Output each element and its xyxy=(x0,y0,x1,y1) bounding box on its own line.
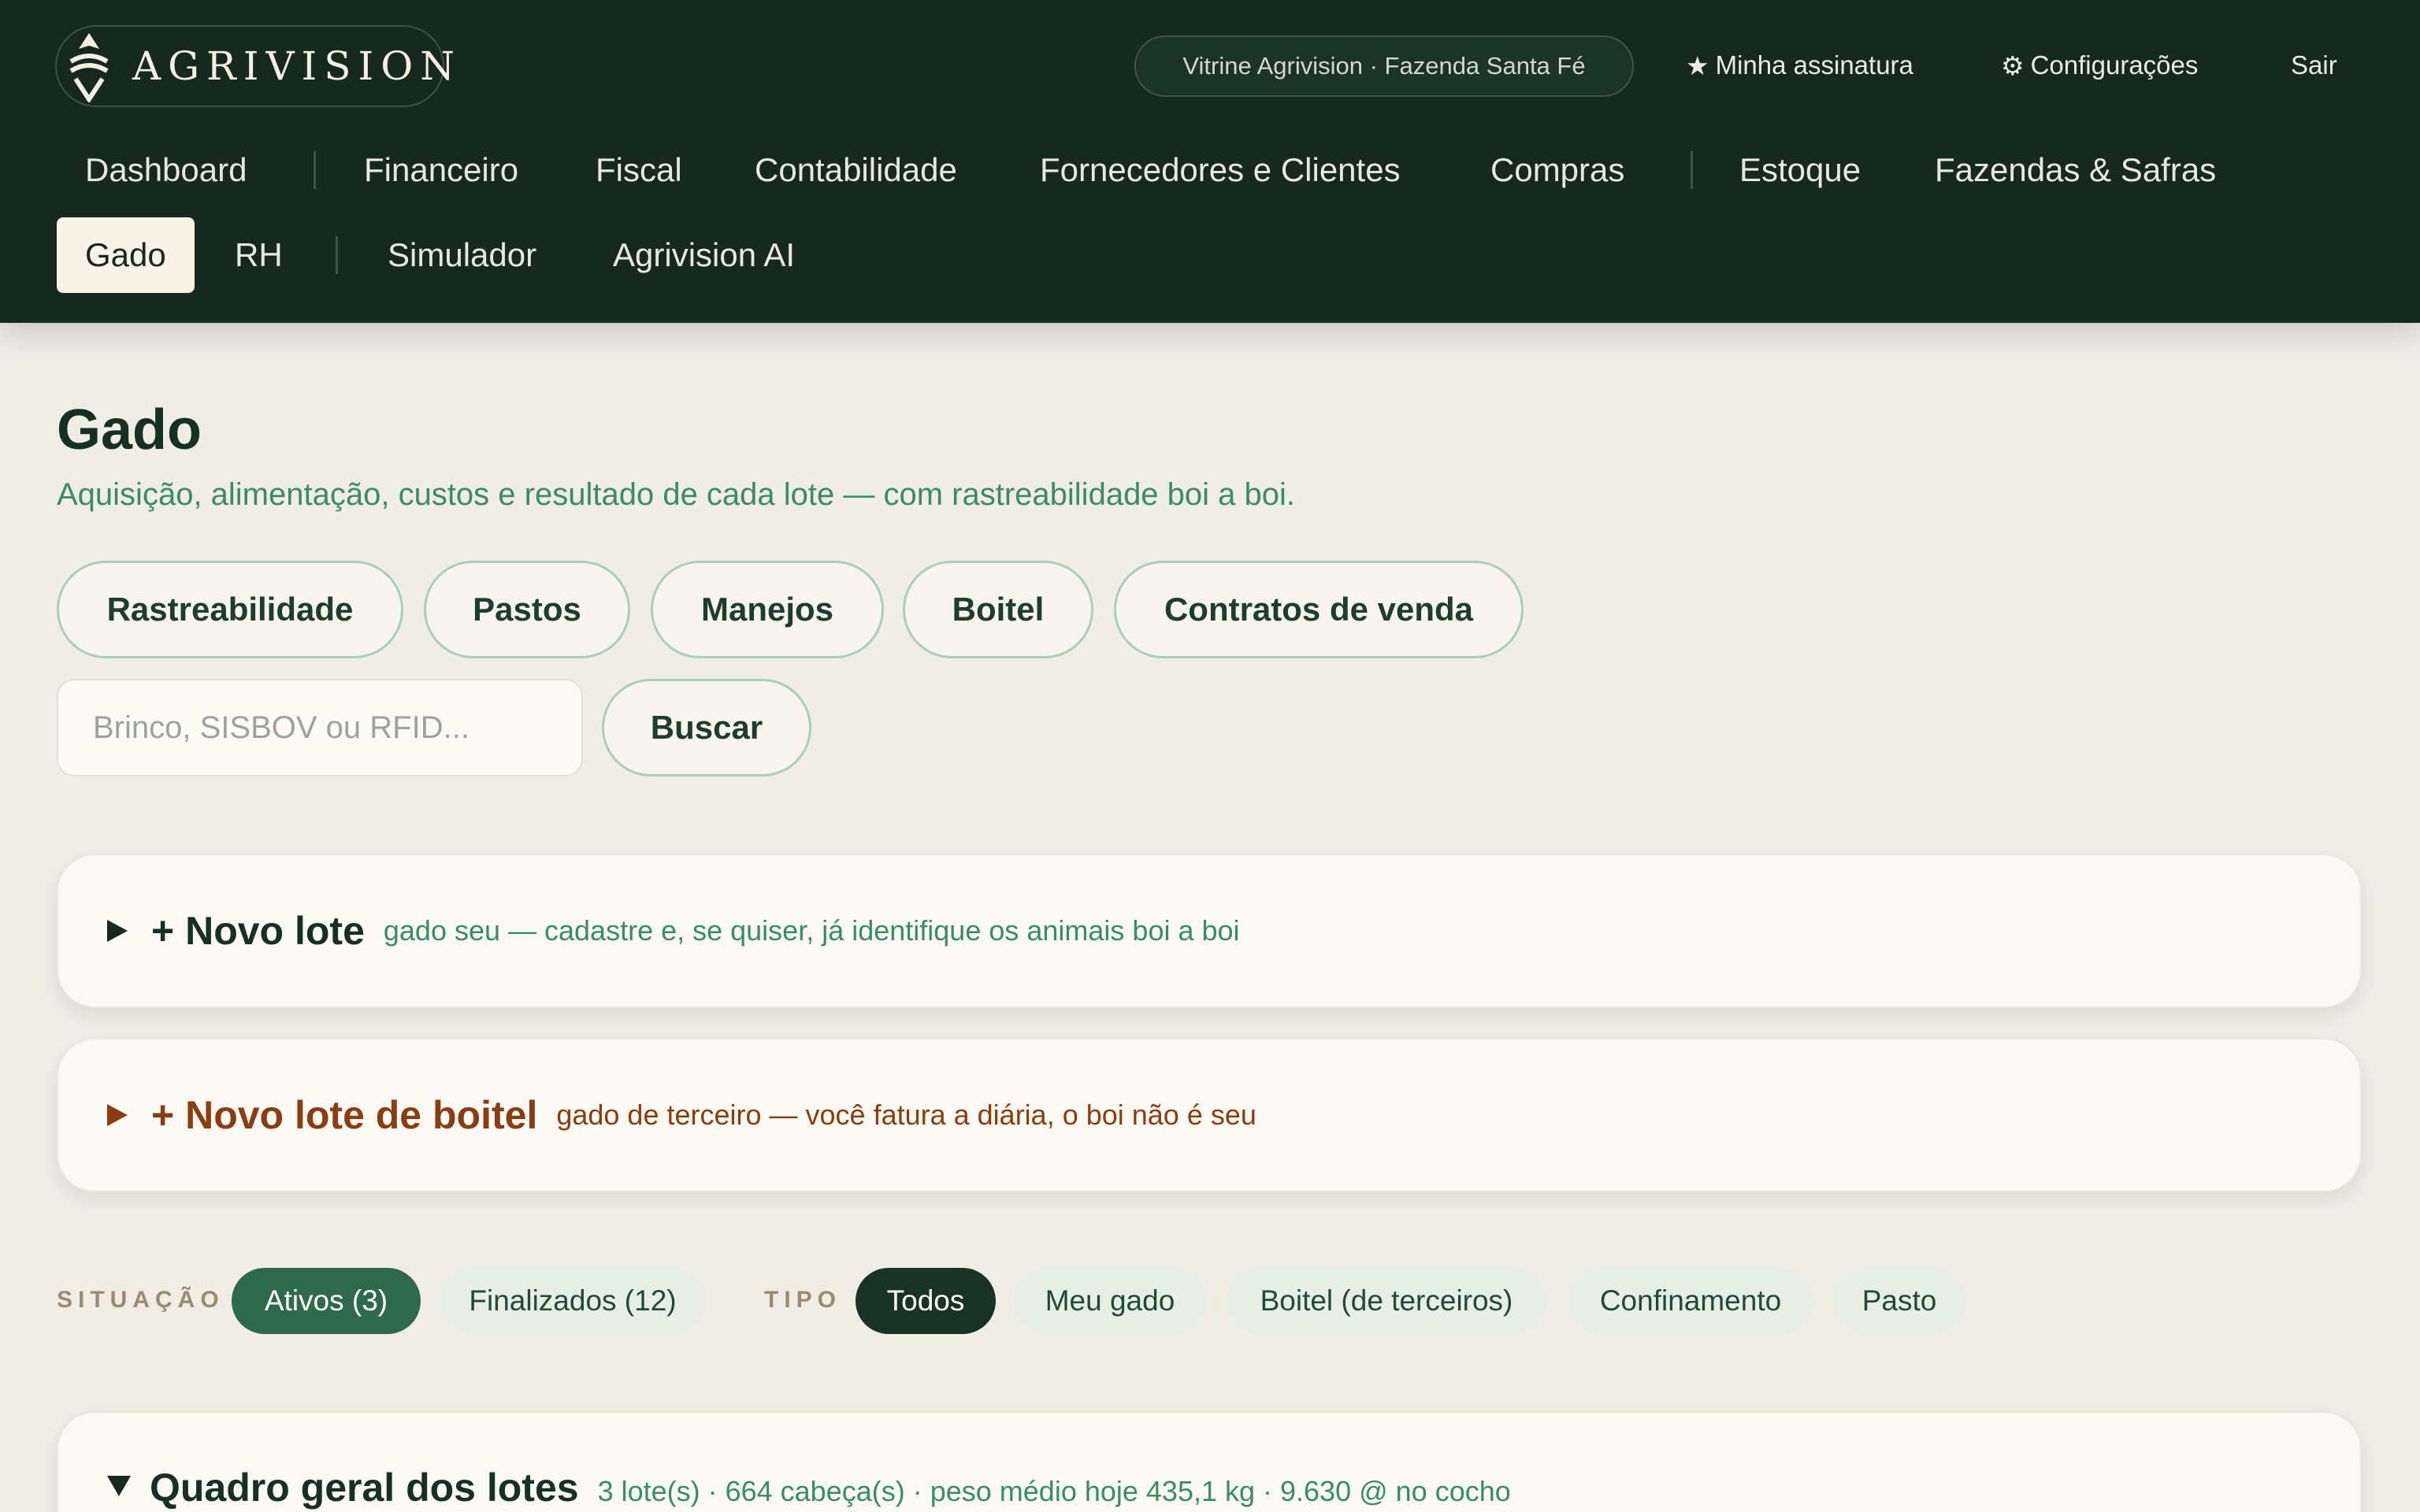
brand-logo[interactable]: AGRIVISION xyxy=(55,25,455,107)
nav-fornecedores-clientes[interactable]: Fornecedores e Clientes xyxy=(1011,132,1429,208)
nav-separator xyxy=(314,151,316,189)
filter-todos[interactable]: Todos xyxy=(856,1268,996,1334)
nav-separator xyxy=(336,236,338,274)
page-subtitle: Aquisição, alimentação, custos e resulta… xyxy=(57,477,1296,512)
subscription-label: Minha assinatura xyxy=(1715,50,1913,80)
boitel-button[interactable]: Boitel xyxy=(903,561,1093,658)
new-boitel-hint: gado de terceiro — você fatura a diária,… xyxy=(556,1099,1256,1131)
new-boitel-title: + Novo lote de boitel xyxy=(151,1093,538,1137)
filter-pasto[interactable]: Pasto xyxy=(1832,1268,1966,1334)
nav-compras[interactable]: Compras xyxy=(1462,132,1653,208)
nav-gado[interactable]: Gado xyxy=(57,217,195,293)
filter-boitel-terceiros[interactable]: Boitel (de terceiros) xyxy=(1226,1268,1547,1334)
gear-icon: ⚙ xyxy=(2001,50,2025,80)
overview-title: Quadro geral dos lotes xyxy=(150,1466,579,1510)
type-filter-label: TIPO xyxy=(764,1287,842,1313)
rastreabilidade-button[interactable]: Rastreabilidade xyxy=(57,561,403,658)
agrivision-logo-icon xyxy=(65,29,113,103)
collapse-triangle-icon xyxy=(107,1476,131,1496)
new-boitel-lot-panel[interactable]: + Novo lote de boitel gado de terceiro —… xyxy=(57,1038,2362,1192)
filter-confinamento[interactable]: Confinamento xyxy=(1568,1268,1813,1334)
lots-overview-panel[interactable]: Quadro geral dos lotes 3 lote(s) · 664 c… xyxy=(57,1411,2362,1512)
nav-fazendas-safras[interactable]: Fazendas & Safras xyxy=(1906,132,2244,208)
contratos-venda-button[interactable]: Contratos de venda xyxy=(1114,561,1524,658)
status-filter-label: SITUAÇÃO xyxy=(57,1287,225,1313)
new-lot-hint: gado seu — cadastre e, se quiser, já ide… xyxy=(383,914,1240,947)
animal-search-input[interactable] xyxy=(57,679,583,776)
logout-link[interactable]: Sair xyxy=(2291,47,2337,83)
nav-fiscal[interactable]: Fiscal xyxy=(567,132,711,208)
settings-link[interactable]: ⚙ Configurações xyxy=(2001,47,2198,83)
search-button[interactable]: Buscar xyxy=(602,679,811,776)
new-lot-title: + Novo lote xyxy=(151,909,365,953)
nav-financeiro[interactable]: Financeiro xyxy=(336,132,547,208)
expand-triangle-icon xyxy=(107,1104,128,1126)
filter-meu-gado[interactable]: Meu gado xyxy=(1013,1268,1207,1334)
nav-separator xyxy=(1691,151,1693,189)
new-lot-panel[interactable]: + Novo lote gado seu — cadastre e, se qu… xyxy=(57,854,2362,1008)
expand-triangle-icon xyxy=(107,920,128,942)
settings-label: Configurações xyxy=(2030,50,2199,80)
page-title: Gado xyxy=(57,398,202,461)
nav-simulador[interactable]: Simulador xyxy=(359,217,565,293)
nav-dashboard[interactable]: Dashboard xyxy=(57,132,275,208)
nav-contabilidade[interactable]: Contabilidade xyxy=(726,132,985,208)
brand-name: AGRIVISION xyxy=(132,43,462,89)
filter-finalizados[interactable]: Finalizados (12) xyxy=(440,1268,706,1334)
overview-summary: 3 lote(s) · 664 cabeça(s) · peso médio h… xyxy=(597,1475,1511,1507)
filter-ativos[interactable]: Ativos (3) xyxy=(232,1268,421,1334)
star-icon: ★ xyxy=(1686,50,1709,80)
manejos-button[interactable]: Manejos xyxy=(651,561,884,658)
subscription-link[interactable]: ★ Minha assinatura xyxy=(1686,47,1913,83)
pastos-button[interactable]: Pastos xyxy=(424,561,630,658)
nav-agrivision-ai[interactable]: Agrivision AI xyxy=(585,217,823,293)
nav-estoque[interactable]: Estoque xyxy=(1711,132,1889,208)
top-header: AGRIVISION Vitrine Agrivision · Fazenda … xyxy=(0,0,2420,323)
nav-rh[interactable]: RH xyxy=(206,217,311,293)
farm-selector[interactable]: Vitrine Agrivision · Fazenda Santa Fé xyxy=(1134,35,1634,97)
